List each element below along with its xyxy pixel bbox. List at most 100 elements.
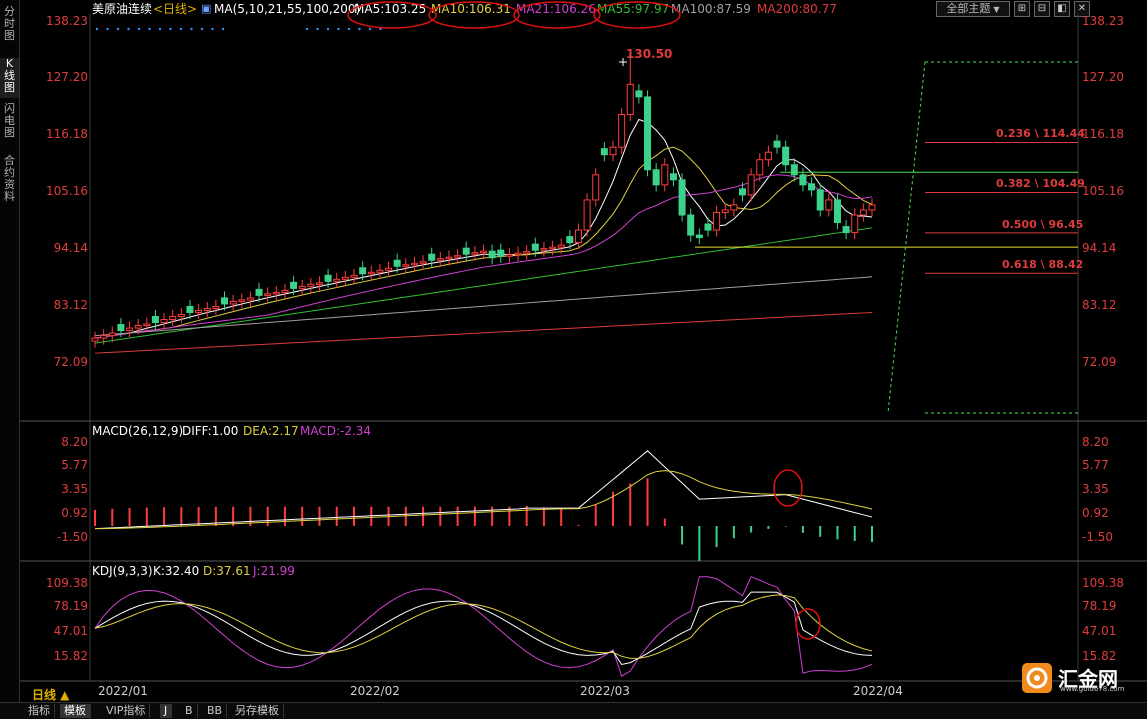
candle-body: [721, 209, 729, 213]
candle-body: [773, 140, 781, 148]
candle-body: [100, 335, 108, 339]
fib-label-0382: 0.382 \ 104.49: [996, 177, 1085, 191]
event-marker: [158, 27, 162, 31]
candle-body: [669, 173, 677, 181]
bottom-toolbar: 指标 模板 VIP指标 J B BB 另存模板: [0, 702, 1147, 719]
candle-body: [644, 96, 652, 171]
candle-body: [583, 199, 591, 231]
candle-body: [480, 250, 487, 254]
highlight-circle: [428, 1, 520, 29]
event-marker: [95, 27, 99, 31]
candle-body: [497, 249, 505, 257]
candle-body: [177, 313, 185, 318]
ma5-line: [94, 118, 873, 339]
candle-body: [264, 293, 272, 296]
candle-body: [393, 259, 401, 267]
candle-body: [713, 211, 721, 231]
candle-body: [523, 251, 531, 254]
tab-indicators[interactable]: 指标: [24, 704, 55, 718]
highlight-circle: [773, 469, 803, 507]
candle-body: [540, 248, 548, 251]
candle-body: [195, 309, 203, 313]
ma200-line: [94, 311, 873, 354]
event-marker: [106, 27, 109, 31]
candle-body: [462, 247, 470, 255]
period-selector[interactable]: 日线 ▲: [32, 686, 69, 703]
kdj-k-line: [94, 591, 873, 665]
date-label: 2022/02: [350, 684, 400, 698]
candle-body: [341, 276, 349, 280]
macd-dea-line: [94, 470, 873, 530]
candle-body: [454, 255, 462, 258]
candle-body: [160, 319, 168, 324]
candle-body: [255, 288, 263, 296]
candle-body: [756, 159, 764, 176]
candle-body: [315, 282, 323, 285]
tab-b[interactable]: B: [181, 704, 198, 718]
ma10-line: [94, 146, 873, 339]
tab-templates[interactable]: 模板: [60, 704, 91, 718]
candlesticks: [91, 55, 876, 348]
fib-trend-line: [887, 61, 926, 414]
candle-body: [868, 204, 876, 211]
candle-body: [91, 337, 99, 342]
candle-body: [799, 174, 807, 186]
candle-body: [833, 199, 841, 224]
tab-bb[interactable]: BB: [203, 704, 228, 718]
candle-body: [514, 252, 522, 256]
candle-body: [134, 325, 142, 329]
candle-body: [169, 316, 177, 321]
tab-save-template[interactable]: 另存模板: [231, 704, 284, 718]
date-label: 2022/01: [98, 684, 148, 698]
macd-diff-line: [94, 450, 873, 530]
event-marker: [368, 27, 372, 31]
event-marker: [127, 27, 130, 31]
candle-body: [419, 261, 427, 264]
tab-vip-indicators[interactable]: VIP指标: [102, 704, 151, 718]
candle-body: [272, 291, 280, 295]
candle-body: [488, 250, 496, 259]
event-marker: [148, 27, 151, 31]
candle-body: [350, 274, 358, 278]
kline-chart-canvas[interactable]: [0, 0, 1147, 700]
candle-body: [238, 299, 246, 302]
candle-body: [359, 267, 367, 275]
candle-body: [626, 83, 634, 115]
candle-body: [825, 199, 833, 211]
candle-body: [635, 90, 643, 98]
candle-body: [410, 262, 418, 266]
candle-body: [739, 188, 746, 196]
candle-body: [764, 151, 772, 161]
candle-body: [859, 209, 867, 216]
candle-body: [186, 305, 194, 313]
event-marker: [137, 27, 141, 31]
candle-body: [428, 253, 436, 261]
candle-body: [816, 189, 824, 211]
candle-body: [143, 323, 151, 327]
candle-body: [385, 267, 393, 271]
candle-body: [333, 278, 341, 282]
candle-body: [221, 297, 228, 305]
candle-body: [549, 246, 557, 250]
event-marker: [305, 27, 309, 31]
event-marker: [179, 27, 183, 31]
event-marker: [358, 27, 361, 31]
event-marker: [169, 27, 172, 31]
candle-body: [695, 234, 703, 239]
candle-body: [747, 174, 755, 196]
highlight-circle: [347, 1, 437, 29]
candle-body: [445, 256, 453, 260]
candle-body: [376, 269, 384, 273]
event-marker: [337, 27, 340, 31]
logo-url: www.gold678.com: [1060, 685, 1125, 693]
candle-body: [471, 252, 479, 255]
tab-j[interactable]: J: [160, 704, 173, 718]
candle-body: [531, 243, 539, 251]
candle-body: [324, 274, 332, 282]
kdj-panel: [94, 576, 873, 677]
event-marker: [200, 27, 204, 31]
candle-body: [505, 254, 513, 257]
event-marker: [116, 27, 120, 31]
candle-body: [842, 226, 850, 234]
logo-mark-icon: [1022, 663, 1052, 693]
